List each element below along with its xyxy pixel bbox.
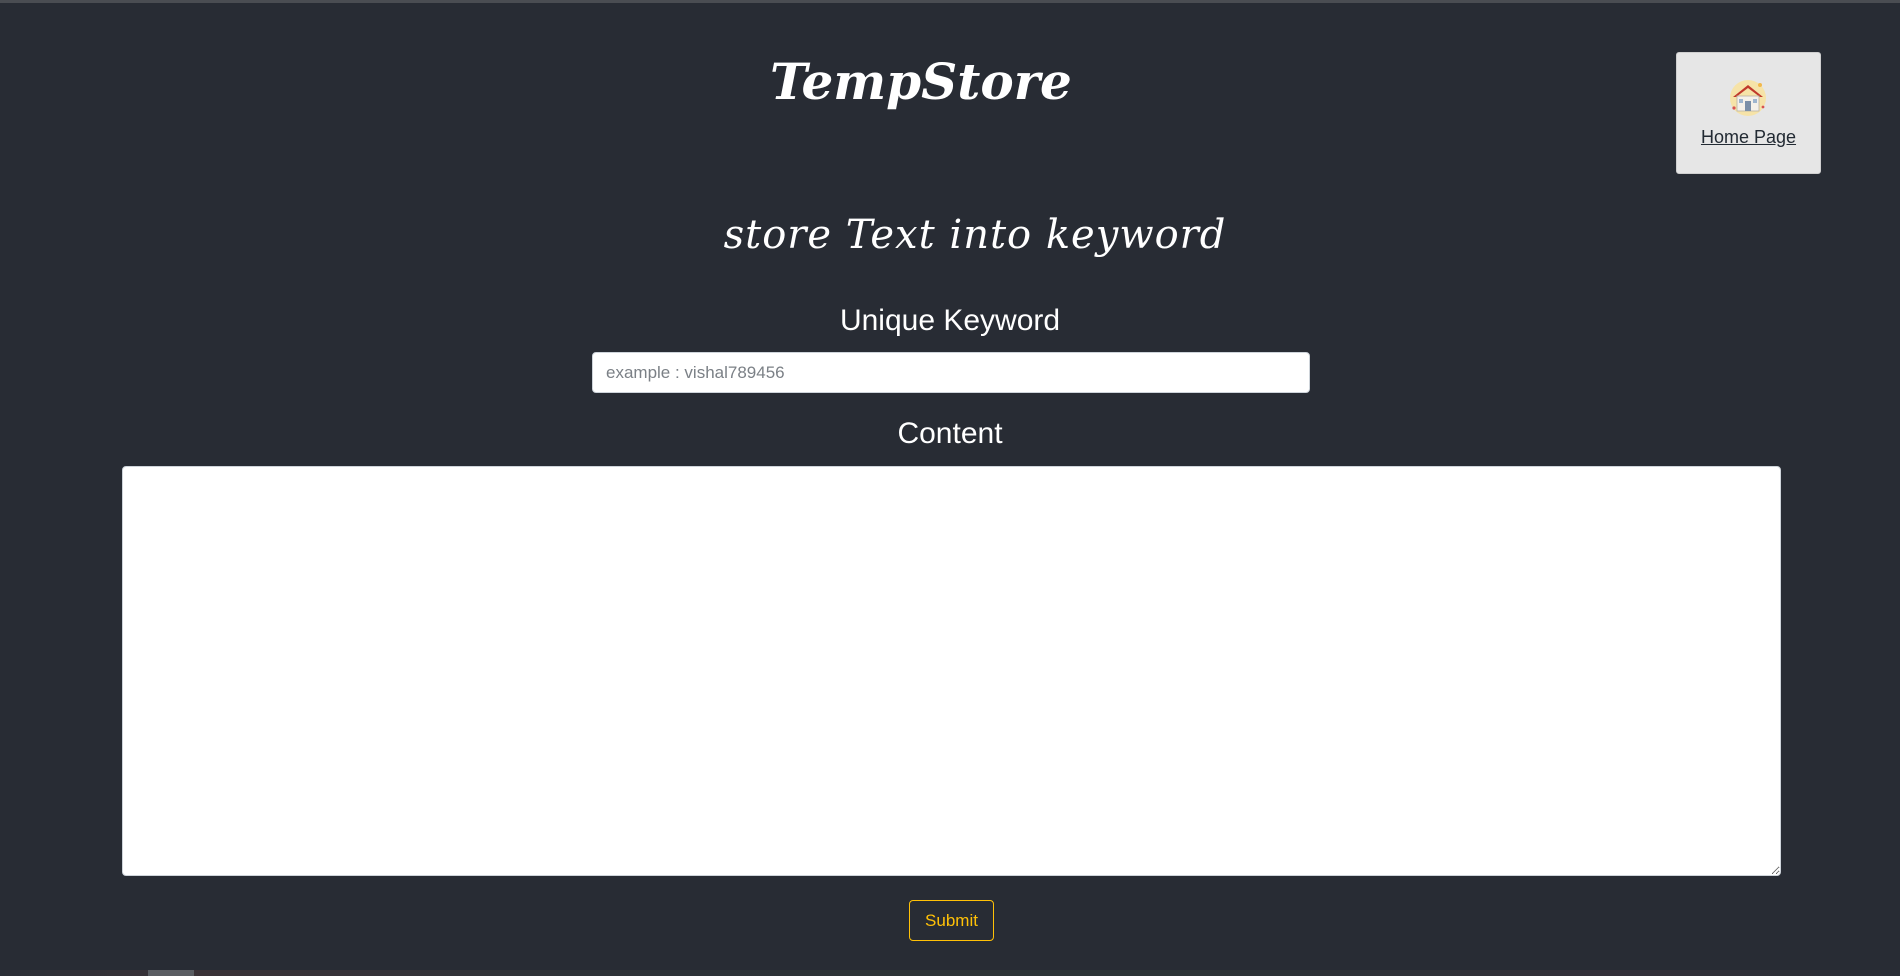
tagline: store Text into keyword — [723, 212, 1227, 258]
keyword-input[interactable] — [592, 352, 1310, 393]
brand-title: TempStore — [770, 52, 1072, 111]
content-textarea[interactable] — [122, 466, 1781, 876]
home-page-label[interactable]: Home Page — [1677, 127, 1820, 148]
taskbar-item — [148, 970, 194, 976]
house-icon — [1730, 80, 1766, 116]
taskbar-edge — [0, 970, 1900, 976]
submit-button[interactable]: Submit — [909, 900, 994, 941]
content-label: Content — [897, 417, 1003, 450]
keyword-label: Unique Keyword — [839, 304, 1061, 337]
top-border — [0, 0, 1900, 3]
home-page-link[interactable]: Home Page — [1676, 52, 1821, 174]
